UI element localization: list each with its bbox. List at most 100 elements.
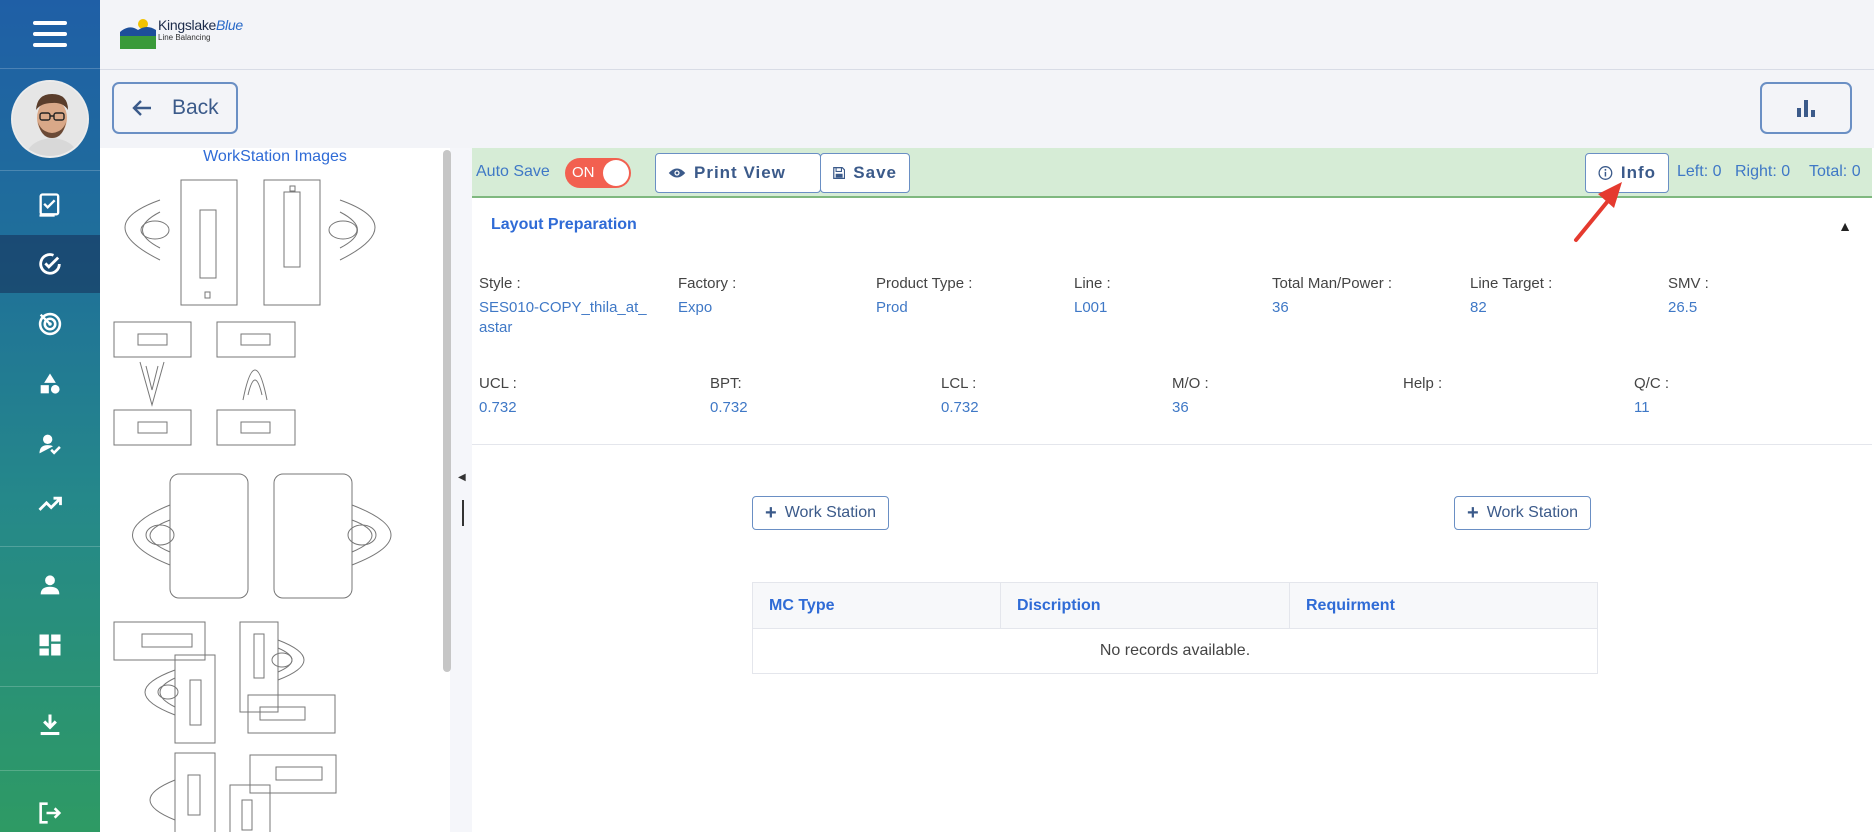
field-line-target: Line Target : 82 [1470,275,1552,318]
field-label: Line Target : [1470,275,1553,292]
field-value: Expo [678,299,713,316]
workstation-panel-title: WorkStation Images [203,148,347,165]
chart-button[interactable] [1760,82,1852,134]
print-view-button[interactable]: Print View [655,153,821,193]
field-value: 82 [1470,299,1487,316]
workstation-images-gallery [113,179,392,832]
save-button[interactable]: Save [820,153,910,193]
add-workstation-label: Work Station [784,504,876,521]
field-label: Help : [1403,375,1443,392]
autosave-label: Auto Save [476,163,550,180]
field-label: SMV : [1668,275,1709,292]
target-icon[interactable] [0,295,100,353]
hamburger-menu-icon[interactable] [0,0,100,68]
shapes-icon[interactable] [0,355,100,413]
person-icon[interactable] [0,556,100,614]
collapse-up-icon[interactable]: ▲ [1838,218,1852,234]
workstation-image-5[interactable] [149,752,337,832]
workstation-image-4[interactable] [113,621,336,744]
field-value: 26.5 [1668,299,1698,316]
toggle-knob [603,160,629,186]
workstation-image-3[interactable] [132,473,392,599]
logout-icon[interactable] [0,784,100,832]
layout-main: Auto Save ON Print View Save Info Left: … [472,148,1874,832]
plus-icon: + [1467,502,1479,524]
brand-subtitle: Line Balancing [158,33,211,42]
field-value: Prod [876,299,908,316]
arrow-left-icon [132,100,151,116]
table-header: MC Type Discription Requirment [753,583,1597,629]
field-value: 36 [1172,399,1189,416]
column-header-requirement[interactable]: Requirment [1290,583,1597,628]
field-label: Product Type : [876,275,973,292]
layout-toolbar: Auto Save ON Print View Save Info Left: … [472,148,1872,198]
field-value: L001 [1074,299,1108,316]
column-header-mc-type[interactable]: MC Type [753,583,1001,628]
field-value: SES010-COPY_thila_at_astar [479,299,647,336]
section-divider [472,444,1872,445]
check-circle-icon[interactable] [0,235,100,293]
column-header-description[interactable]: Discription [1001,583,1290,628]
field-label: Style : [479,275,521,292]
empty-table-message: No records available. [1099,642,1251,659]
print-view-label: Print View [694,163,786,182]
field-ucl: UCL : 0.732 [479,375,517,418]
left-count: Left: 0 [1677,163,1722,180]
workstation-image-1[interactable] [124,179,376,306]
add-workstation-label: Work Station [1486,504,1578,521]
brand-accent: Blue [216,17,243,33]
field-label: BPT: [710,375,742,392]
field-total-manpower: Total Man/Power : 36 [1272,275,1392,318]
field-value: 11 [1634,399,1650,416]
field-label: Q/C : [1634,375,1670,392]
download-icon[interactable] [0,696,100,754]
autosave-toggle-text: ON [572,164,595,181]
trending-icon[interactable] [0,475,100,533]
eye-icon [668,168,686,178]
user-check-icon[interactable] [0,415,100,473]
add-workstation-left-button[interactable]: + Work Station [752,496,889,530]
right-count: Right: 0 [1735,163,1791,180]
field-smv: SMV : 26.5 [1668,275,1709,318]
panel-scrollbar[interactable] [443,150,451,672]
field-lcl: LCL : 0.732 [941,375,979,418]
field-label: Total Man/Power : [1272,275,1393,292]
layout-preparation-title[interactable]: Layout Preparation [491,216,637,234]
action-bar: Back [100,70,1874,148]
plus-icon: + [765,502,777,524]
field-label: UCL : [479,375,517,392]
field-style: Style : SES010-COPY_thila_at_astar [479,275,649,338]
checklist-icon[interactable] [0,176,100,234]
top-bar: KingslakeBlue Line Balancing [100,0,1874,70]
brand-logo[interactable]: KingslakeBlue Line Balancing [120,17,243,49]
field-help: Help : [1403,375,1442,398]
dashboard-icon[interactable] [0,616,100,674]
field-qc: Q/C : 11 [1634,375,1669,418]
sidebar [0,0,100,832]
field-value: 0.732 [710,399,748,416]
autosave-toggle[interactable]: ON [565,158,631,188]
panel-resize-handle[interactable] [462,500,464,526]
add-workstation-right-button[interactable]: + Work Station [1454,496,1591,530]
field-label: Line : [1074,275,1111,292]
field-value: 36 [1272,299,1289,316]
field-label: Factory : [678,275,737,292]
machine-requirements-table: MC Type Discription Requirment No record… [752,582,1598,674]
field-value: 0.732 [479,399,517,416]
field-line: Line : L001 [1074,275,1111,318]
field-bpt: BPT: 0.732 [710,375,748,418]
workstation-image-2[interactable] [113,321,296,446]
back-button-label: Back [172,96,219,119]
floppy-disk-icon [833,167,846,179]
field-mo: M/O : 36 [1172,375,1209,418]
field-factory: Factory : Expo [678,275,736,318]
bar-chart-icon [1797,100,1815,117]
avatar[interactable] [11,80,89,158]
annotation-arrow-icon [1574,182,1622,242]
panel-collapse-icon[interactable]: ◀ [458,472,466,483]
field-label: LCL : [941,375,977,392]
total-count: Total: 0 [1809,163,1861,180]
back-button[interactable]: Back [112,82,238,134]
brand-primary: Kingslake [158,17,217,33]
workstation-images-panel: WorkStation Images [100,148,450,832]
